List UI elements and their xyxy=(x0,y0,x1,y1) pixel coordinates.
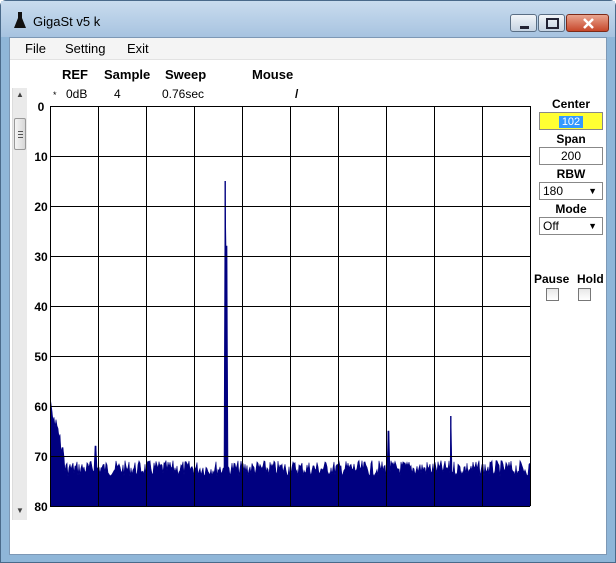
menu-file[interactable]: File xyxy=(25,41,46,56)
menu-bar: File Setting Exit xyxy=(10,38,606,60)
spectrum-plot[interactable] xyxy=(50,106,531,507)
y-tick-label: 0 xyxy=(37,100,45,114)
app-icon xyxy=(14,12,26,28)
y-tick-label: 50 xyxy=(34,350,48,364)
minimize-icon xyxy=(520,26,529,29)
span-input[interactable]: 200 xyxy=(539,147,603,165)
mode-select[interactable]: Off ▼ xyxy=(539,217,603,235)
mode-value: Off xyxy=(543,219,559,233)
hold-label: Hold xyxy=(577,272,604,286)
close-icon xyxy=(583,18,594,29)
sample-header: Sample xyxy=(104,67,151,82)
span-label: Span xyxy=(556,132,586,146)
ref-value: 0dB xyxy=(66,87,88,101)
sweep-value: 0.76sec xyxy=(162,87,205,101)
window-title: GigaSt v5 k xyxy=(33,14,101,29)
maximize-icon xyxy=(546,18,559,29)
mode-label: Mode xyxy=(555,202,587,216)
ref-header: REF xyxy=(62,67,88,82)
hold-checkbox[interactable] xyxy=(578,288,591,301)
scroll-thumb[interactable] xyxy=(14,118,26,150)
scroll-down-icon[interactable]: ▼ xyxy=(16,506,24,515)
title-bar[interactable]: GigaSt v5 k xyxy=(1,1,615,37)
rbw-label: RBW xyxy=(556,167,586,181)
pause-checkbox[interactable] xyxy=(546,288,559,301)
mouse-value: / xyxy=(295,87,299,101)
app-window: GigaSt v5 k File Setting Exit REF Sample… xyxy=(0,0,616,563)
mouse-header: Mouse xyxy=(252,67,294,82)
scroll-up-icon[interactable]: ▲ xyxy=(16,90,24,99)
chevron-down-icon: ▼ xyxy=(588,221,597,231)
close-button[interactable] xyxy=(566,14,609,32)
vertical-scrollbar[interactable]: ▲ ▼ xyxy=(12,88,27,520)
pause-label: Pause xyxy=(534,272,570,286)
y-tick-label: 80 xyxy=(34,500,48,514)
sample-value: 4 xyxy=(114,87,121,101)
center-input[interactable]: 102 xyxy=(539,112,603,130)
menu-setting[interactable]: Setting xyxy=(65,41,105,56)
rbw-value: 180 xyxy=(543,184,564,198)
sweep-header: Sweep xyxy=(165,67,207,82)
y-tick-label: 10 xyxy=(34,150,48,164)
minimize-button[interactable] xyxy=(510,14,537,32)
center-label: Center xyxy=(551,97,590,111)
y-tick-label: 70 xyxy=(34,450,48,464)
menu-exit[interactable]: Exit xyxy=(127,41,149,56)
y-tick-label: 20 xyxy=(34,200,48,214)
ref-marker: * xyxy=(53,90,57,100)
chevron-down-icon: ▼ xyxy=(588,186,597,196)
maximize-button[interactable] xyxy=(538,14,565,32)
center-value: 102 xyxy=(558,116,584,128)
client-area: File Setting Exit REF Sample Sweep Mouse… xyxy=(9,37,607,555)
y-tick-label: 40 xyxy=(34,300,48,314)
rbw-select[interactable]: 180 ▼ xyxy=(539,182,603,200)
y-tick-label: 30 xyxy=(34,250,48,264)
y-tick-label: 60 xyxy=(34,400,48,414)
